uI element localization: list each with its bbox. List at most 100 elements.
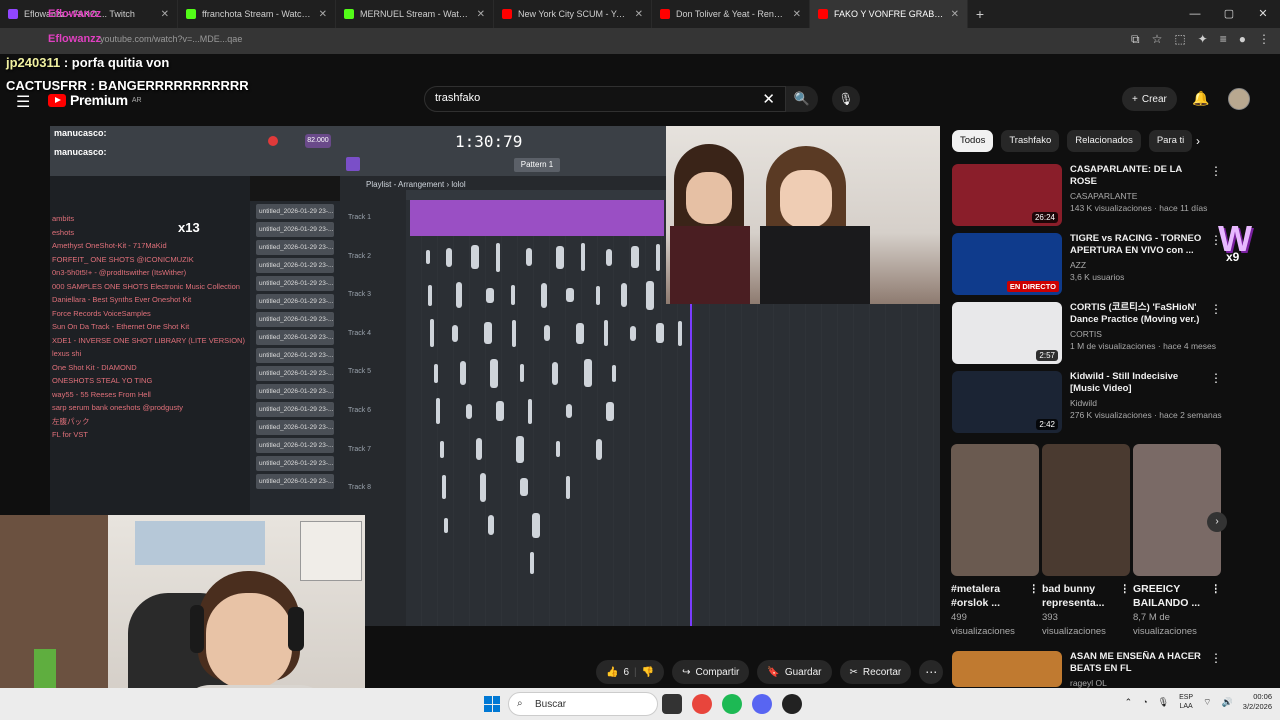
waveform-clip[interactable] bbox=[440, 440, 444, 458]
recommendation-item[interactable]: 26:24 CASAPARLANTE: DE LA ROSE CASAPARLA… bbox=[952, 164, 1222, 226]
short-thumbnail[interactable] bbox=[1042, 444, 1130, 576]
clip-item[interactable]: untitled_2026-01-29 23-... bbox=[256, 384, 334, 399]
clip-item[interactable]: untitled_2026-01-29 23-... bbox=[256, 240, 334, 255]
short-item[interactable]: bad bunny representa... ⋮ 393 visualizaci… bbox=[1042, 444, 1130, 638]
recommendation-item[interactable]: 2:42 Kidwild - Still Indecisive [Music V… bbox=[952, 371, 1222, 433]
spotify-icon[interactable] bbox=[722, 694, 742, 714]
waveform-clip[interactable] bbox=[444, 517, 448, 533]
close-icon[interactable]: ✕ bbox=[635, 9, 643, 20]
url-field[interactable]: youtube.com/watch?v=...MDE...qae bbox=[100, 34, 242, 44]
track-label[interactable]: Track 1 bbox=[340, 200, 400, 239]
waveform-clip[interactable] bbox=[456, 282, 462, 308]
puzzle-icon[interactable]: ✦ bbox=[1198, 32, 1208, 47]
recommendation-title[interactable]: TIGRE vs RACING - TORNEO APERTURA EN VIV… bbox=[1070, 233, 1222, 257]
recommendation-title[interactable]: CASAPARLANTE: DE LA ROSE bbox=[1070, 164, 1222, 188]
channel-name[interactable]: Kidwild bbox=[1070, 398, 1222, 408]
chrome-icon[interactable] bbox=[692, 694, 712, 714]
taskbar-clock[interactable]: 00:06 3/2/2026 bbox=[1243, 692, 1272, 712]
waveform-clip[interactable] bbox=[596, 285, 600, 305]
browser-item[interactable]: ambits bbox=[50, 212, 250, 226]
browser-item[interactable]: Sun On Da Track - Ethernet One Shot Kit bbox=[50, 320, 250, 334]
waveform-clip[interactable] bbox=[442, 475, 446, 499]
tempo-display[interactable]: 82.000 bbox=[305, 134, 331, 148]
browser-tab[interactable]: MERNUEL Stream - Watch Live✕ bbox=[336, 0, 494, 28]
clip-item[interactable]: untitled_2026-01-29 23-... bbox=[256, 330, 334, 345]
waveform-clip[interactable] bbox=[488, 515, 494, 535]
browser-item[interactable]: sarp serum bank oneshots @prodgusty bbox=[50, 401, 250, 415]
browser-item[interactable]: ONESHOTS STEAL YO TING bbox=[50, 374, 250, 388]
browser-menu-icon[interactable]: ⋮ bbox=[1258, 32, 1270, 47]
video-thumbnail[interactable]: 26:24 bbox=[952, 164, 1062, 226]
browser-item[interactable]: eshots bbox=[50, 226, 250, 240]
waveform-clip[interactable] bbox=[646, 280, 654, 310]
browser-item[interactable]: lexus shi bbox=[50, 347, 250, 361]
waveform-clip[interactable] bbox=[428, 284, 432, 306]
recommendation-title[interactable]: CORTIS (코르티스) 'FaSHioN' Dance Practice (… bbox=[1070, 302, 1222, 326]
chip-relacionados[interactable]: Relacionados bbox=[1067, 130, 1141, 152]
waveform-clip[interactable] bbox=[566, 288, 574, 302]
waveform-clip[interactable] bbox=[552, 361, 558, 385]
browser-tab[interactable]: ffranchota Stream - Watch Live✕ bbox=[178, 0, 336, 28]
wifi-icon[interactable]: ⌔ bbox=[1203, 697, 1211, 708]
clip-item[interactable]: untitled_2026-01-29 23-... bbox=[256, 456, 334, 471]
recommendation-title[interactable]: Kidwild - Still Indecisive [Music Video] bbox=[1070, 371, 1222, 395]
waveform-clip[interactable] bbox=[520, 478, 528, 496]
waveform-clip[interactable] bbox=[434, 363, 438, 383]
clip-item[interactable]: untitled_2026-01-29 23-... bbox=[256, 348, 334, 363]
waveform-clip[interactable] bbox=[526, 248, 532, 266]
clip-item[interactable]: untitled_2026-01-29 23-... bbox=[256, 420, 334, 435]
search-input[interactable] bbox=[435, 92, 745, 104]
waveform-clip[interactable] bbox=[446, 247, 452, 267]
waveform-clip[interactable] bbox=[606, 248, 612, 266]
reading-list-icon[interactable]: ≡ bbox=[1220, 32, 1227, 47]
voice-search-button[interactable]: 🎙 bbox=[832, 86, 860, 112]
browser-item[interactable]: FORFEIT_ ONE SHOTS @ICONICMUZIK bbox=[50, 253, 250, 267]
waveform-clip[interactable] bbox=[512, 319, 516, 347]
more-vert-icon[interactable]: ⋮ bbox=[1210, 302, 1222, 316]
track-label[interactable]: Track 6 bbox=[340, 393, 400, 432]
recommendation-item[interactable]: 2:57 CORTIS (코르티스) 'FaSHioN' Dance Pract… bbox=[952, 302, 1222, 364]
recommendation-item[interactable]: ASAN ME ENSEÑA A HACER BEATS EN FL ragey… bbox=[952, 651, 1222, 688]
waveform-clip[interactable] bbox=[656, 323, 664, 343]
clip-button[interactable]: ✂ Recortar bbox=[839, 660, 912, 684]
track-label[interactable]: Track 2 bbox=[340, 239, 400, 278]
waveform-clip[interactable] bbox=[630, 325, 636, 341]
browser-item[interactable]: 000 SAMPLES ONE SHOTS Electronic Music C… bbox=[50, 280, 250, 294]
close-icon[interactable]: ✕ bbox=[161, 9, 169, 20]
waveform-clip[interactable] bbox=[606, 401, 614, 421]
waveform-clip[interactable] bbox=[532, 512, 540, 538]
recommendation-item[interactable]: EN DIRECTO TIGRE vs RACING - TORNEO APER… bbox=[952, 233, 1222, 295]
dislike-icon[interactable]: 👎 bbox=[642, 667, 654, 678]
waveform-clip[interactable] bbox=[544, 325, 550, 341]
record-button[interactable] bbox=[268, 136, 278, 146]
track-label[interactable]: Track 4 bbox=[340, 316, 400, 355]
clip-item[interactable]: untitled_2026-01-29 23-... bbox=[256, 366, 334, 381]
close-icon[interactable]: ✕ bbox=[951, 9, 959, 20]
browser-item[interactable]: XDE1 - INVERSE ONE SHOT LIBRARY (LITE VE… bbox=[50, 334, 250, 348]
clip-item[interactable]: untitled_2026-01-29 23-... bbox=[256, 276, 334, 291]
more-vert-icon[interactable]: ⋮ bbox=[1211, 582, 1222, 596]
audio-clip[interactable] bbox=[410, 200, 664, 236]
channel-name[interactable]: CASAPARLANTE bbox=[1070, 191, 1222, 201]
close-window-icon[interactable]: ✕ bbox=[1246, 0, 1280, 28]
waveform-clip[interactable] bbox=[460, 361, 466, 385]
notifications-bell-icon[interactable]: 🔔 bbox=[1192, 90, 1209, 107]
browser-item[interactable]: One Shot Kit - DIAMOND bbox=[50, 361, 250, 375]
recommendation-title[interactable]: ASAN ME ENSEÑA A HACER BEATS EN FL bbox=[1070, 651, 1222, 675]
browser-item[interactable]: Daniellara - Best Synths Ever Oneshot Ki… bbox=[50, 293, 250, 307]
video-thumbnail[interactable]: 2:57 bbox=[952, 302, 1062, 364]
hamburger-menu-icon[interactable]: ☰ bbox=[16, 92, 30, 112]
more-vert-icon[interactable]: ⋮ bbox=[1210, 371, 1222, 385]
install-icon[interactable]: ⧉ bbox=[1131, 32, 1140, 47]
clip-item[interactable]: untitled_2026-01-29 23-... bbox=[256, 294, 334, 309]
track-label[interactable]: Track 5 bbox=[340, 354, 400, 393]
waveform-clip[interactable] bbox=[484, 322, 492, 344]
browser-item[interactable]: way55 - 55 Reeses From Hell bbox=[50, 388, 250, 402]
waveform-clip[interactable] bbox=[486, 287, 494, 303]
more-vert-icon[interactable]: ⋮ bbox=[1029, 582, 1040, 596]
extension-icon[interactable]: ⬚ bbox=[1174, 32, 1185, 47]
waveform-clip[interactable] bbox=[496, 242, 500, 272]
more-vert-icon[interactable]: ⋮ bbox=[1210, 164, 1222, 178]
clip-item[interactable]: untitled_2026-01-29 23-... bbox=[256, 312, 334, 327]
browser-item[interactable]: 左腹パック bbox=[50, 415, 250, 429]
